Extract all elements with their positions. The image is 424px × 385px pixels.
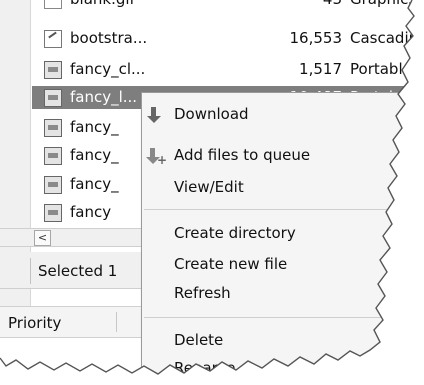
scroll-left-button[interactable]: < xyxy=(34,230,51,246)
png-file-icon xyxy=(44,176,62,194)
file-type: Portable N xyxy=(350,60,424,78)
rename-menu-item[interactable]: Rename xyxy=(174,359,236,377)
gif-file-icon xyxy=(44,0,62,9)
file-name: fancy_ xyxy=(70,146,119,164)
create-directory-menu-item[interactable]: Create directory xyxy=(174,224,296,242)
file-size: 1,517 xyxy=(299,60,342,78)
file-name: fancy_cl... xyxy=(70,60,146,78)
download-arrow-icon xyxy=(144,105,164,125)
rename-label: Rename xyxy=(174,359,236,377)
context-menu: Download + Add files to queue View/Edit … xyxy=(141,92,424,385)
download-label: Download xyxy=(174,105,249,123)
download-menu-item[interactable]: Download xyxy=(147,105,249,123)
selection-status: Selected 1 xyxy=(38,262,118,280)
file-name: fancy_l... xyxy=(70,88,138,106)
add-to-queue-icon: + xyxy=(144,146,167,166)
file-type: Cascading xyxy=(350,29,424,47)
file-row[interactable]: bootstra... 16,553 Cascading xyxy=(32,27,424,50)
file-name: fancy xyxy=(70,203,112,221)
png-file-icon xyxy=(44,147,62,165)
refresh-label: Refresh xyxy=(174,284,231,302)
priority-column-header[interactable]: Priority xyxy=(8,314,61,332)
file-type: Graphics Interchange xyxy=(350,0,424,8)
png-file-icon xyxy=(44,61,62,79)
css-file-icon xyxy=(44,30,62,48)
view-edit-label: View/Edit xyxy=(174,178,244,196)
png-file-icon xyxy=(44,119,62,137)
menu-separator xyxy=(144,317,424,318)
delete-menu-item[interactable]: Delete xyxy=(174,331,223,349)
file-name: bootstra... xyxy=(70,29,148,47)
add-to-queue-menu-item[interactable]: + Add files to queue xyxy=(146,146,311,166)
column-divider xyxy=(116,312,117,332)
menu-separator xyxy=(144,209,424,210)
file-size: 43 xyxy=(192,0,342,8)
file-row[interactable]: fancy_cl... 1,517 Portable N xyxy=(32,58,424,81)
create-new-file-label: Create new file xyxy=(174,255,288,273)
create-new-file-menu-item[interactable]: Create new file xyxy=(174,255,287,273)
file-name: fancy_ xyxy=(70,118,119,136)
refresh-menu-item[interactable]: Refresh xyxy=(174,284,231,302)
view-edit-menu-item[interactable]: View/Edit xyxy=(174,178,244,196)
file-size: 16,553 xyxy=(289,29,343,47)
file-row[interactable]: blank.gif 43 Graphics Interchange xyxy=(32,0,424,11)
ftp-remote-pane: blank.gif 43 Graphics Interchange bootst… xyxy=(0,0,424,385)
png-file-icon xyxy=(44,89,62,107)
png-file-icon xyxy=(44,204,62,222)
file-name: fancy_ xyxy=(70,175,119,193)
create-directory-label: Create directory xyxy=(174,224,296,242)
add-to-queue-label: Add files to queue xyxy=(174,146,311,164)
status-divider xyxy=(30,258,31,284)
delete-label: Delete xyxy=(174,331,224,349)
file-name: blank.gif xyxy=(70,0,135,8)
